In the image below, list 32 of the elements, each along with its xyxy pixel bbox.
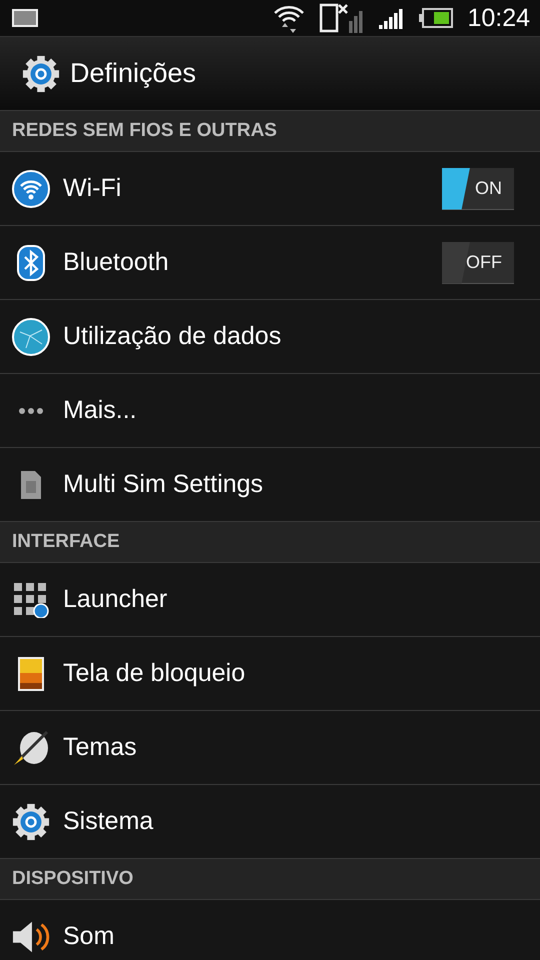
battery-icon	[419, 8, 454, 28]
item-label: Multi Sim Settings	[63, 470, 264, 499]
item-label: Mais...	[63, 396, 138, 425]
item-label: Tela de bloqueio	[63, 659, 246, 688]
globe-icon	[12, 318, 50, 356]
status-time: 10:24	[467, 4, 530, 32]
wallpaper-icon	[18, 656, 44, 690]
item-label: Bluetooth	[63, 248, 170, 277]
more-icon	[18, 406, 44, 414]
item-label: Launcher	[63, 585, 168, 614]
sim-card-icon	[21, 470, 41, 498]
wifi-signal-icon	[273, 3, 306, 33]
screenshot-notification-icon	[12, 9, 38, 27]
item-label: Temas	[63, 733, 138, 762]
gear-icon	[12, 802, 50, 840]
app-grid-icon	[13, 582, 49, 618]
item-label: Utilização de dados	[63, 322, 282, 351]
wifi-icon	[12, 170, 50, 208]
paintbrush-icon	[12, 728, 50, 766]
item-label: Wi-Fi	[63, 174, 122, 203]
item-label: Som	[63, 922, 116, 951]
settings-icon	[22, 54, 60, 92]
toggle-switch[interactable]: OFF	[442, 242, 514, 284]
section-title: REDES SEM FIOS E OUTRAS	[12, 120, 277, 142]
sim-card-icon	[319, 3, 366, 33]
section-title: DISPOSITIVO	[12, 868, 134, 890]
toggle-switch[interactable]: ON	[442, 168, 514, 210]
item-label: Sistema	[63, 807, 154, 836]
section-title: INTERFACE	[12, 531, 120, 553]
cell-signal-icon	[379, 7, 406, 29]
bluetooth-icon	[17, 244, 45, 280]
screen-title: Definições	[70, 58, 196, 89]
